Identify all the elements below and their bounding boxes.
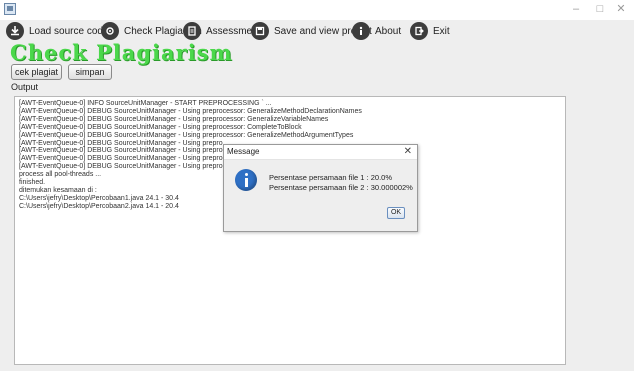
log-line: [AWT-EventQueue-0] DEBUG SourceUnitManag… (19, 115, 329, 123)
log-line: [AWT-EventQueue-0] DEBUG SourceUnitManag… (19, 123, 302, 131)
clipboard-icon (183, 22, 201, 40)
cek-plagiat-button[interactable]: cek plagiat (11, 64, 62, 80)
dialog-title: Message (227, 147, 260, 156)
information-icon (235, 169, 257, 191)
info-icon (352, 22, 370, 40)
menu-load-source-code[interactable]: Load source code (6, 21, 109, 41)
menu-about[interactable]: About (352, 21, 401, 41)
page-title: Check Plagiarism (10, 40, 233, 65)
message-dialog: Message ✕ Persentase persamaan file 1 : … (223, 144, 418, 232)
menu-label: Load source code (29, 25, 109, 37)
exit-icon (410, 22, 428, 40)
menu-assessment[interactable]: Assessment (183, 21, 260, 41)
camera-icon (101, 22, 119, 40)
download-icon (6, 22, 24, 40)
minimize-button[interactable]: – (566, 2, 586, 16)
title-bar: – □ ✕ (0, 0, 634, 20)
floppy-disk-icon (251, 22, 269, 40)
dialog-message-line-1: Persentase persamaan file 1 : 20.0% (269, 173, 392, 182)
dialog-message-line-2: Persentase persamaan file 2 : 30.000002% (269, 183, 413, 192)
output-label: Output (11, 82, 39, 92)
simpan-button[interactable]: simpan (68, 64, 112, 80)
maximize-button[interactable]: □ (590, 2, 610, 16)
java-app-icon (4, 3, 16, 15)
ok-button[interactable]: OK (387, 207, 405, 219)
menu-bar: Load source code Check Plagiarism Assess… (0, 20, 634, 42)
menu-label: Exit (433, 25, 450, 37)
log-line: [AWT-EventQueue-0] INFO SourceUnitManage… (19, 100, 272, 107)
menu-label: About (375, 25, 402, 37)
close-window-button[interactable]: ✕ (611, 2, 631, 16)
log-line: [AWT-EventQueue-0] DEBUG SourceUnitManag… (19, 107, 362, 115)
dialog-close-button[interactable]: ✕ (404, 145, 412, 159)
dialog-title-bar[interactable]: Message ✕ (224, 145, 417, 160)
menu-exit[interactable]: Exit (410, 21, 450, 41)
log-line: [AWT-EventQueue-0] DEBUG SourceUnitManag… (19, 131, 354, 139)
